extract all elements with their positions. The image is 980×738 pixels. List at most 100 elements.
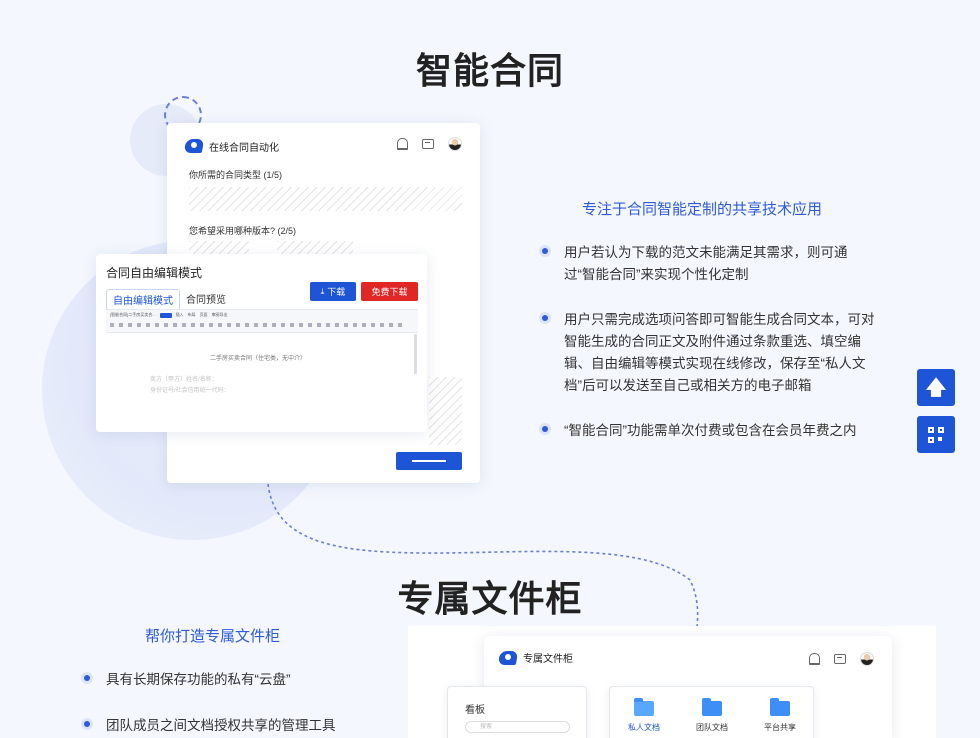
format-button[interactable] [308, 323, 312, 327]
format-button[interactable] [236, 323, 240, 327]
back-to-top-button[interactable]: 🡅 [917, 369, 955, 406]
bullet-line: 辑、自由编辑等模式实现在线修改，保存至“私人文 [564, 356, 866, 371]
format-button[interactable] [173, 323, 177, 327]
format-button[interactable] [245, 323, 249, 327]
folder-label: 平台共享 [764, 723, 796, 732]
folder-platform[interactable]: 平台共享 [755, 698, 805, 733]
search-input[interactable]: 搜索 [465, 721, 570, 733]
format-button[interactable] [110, 323, 114, 327]
format-button[interactable] [182, 323, 186, 327]
format-button[interactable] [335, 323, 339, 327]
submit-button[interactable] [396, 452, 462, 470]
arrow-up-icon: 🡅 [925, 376, 947, 399]
format-button[interactable] [146, 323, 150, 327]
format-button[interactable] [353, 323, 357, 327]
feature-title: 帮你打造专属文件柜 [145, 628, 281, 645]
toolbar-tab[interactable]: 插入 [176, 312, 184, 318]
message-icon[interactable] [422, 139, 434, 149]
format-button[interactable] [317, 323, 321, 327]
bullet-line: 用户若认为下载的范文未能满足其需求，则可通 [564, 245, 848, 260]
editor-title: 合同自由编辑模式 [106, 266, 203, 280]
toolbar-tab[interactable]: 布局 [188, 312, 196, 318]
bullet-dot [542, 426, 548, 432]
bullet-dot [84, 675, 90, 681]
folder-icon [634, 698, 654, 716]
toolbar-tab[interactable]: 页面 [200, 312, 208, 318]
format-button[interactable] [389, 323, 393, 327]
format-button[interactable] [272, 323, 276, 327]
toolbar-tab[interactable]: 审阅导出 [212, 312, 228, 318]
format-button[interactable] [119, 323, 123, 327]
contract-editor-card: 合同自由编辑模式 自由编辑模式 合同预览 ⤓ 下载 免费下载 [智能合同]二手房… [96, 254, 427, 432]
format-button[interactable] [218, 323, 222, 327]
format-button[interactable] [398, 323, 402, 327]
free-download-button[interactable]: 免费下载 [361, 282, 418, 301]
format-button[interactable] [362, 323, 366, 327]
format-button[interactable] [344, 323, 348, 327]
app-header: 专属文件柜 [499, 650, 573, 665]
bullet-line: “智能合同”功能需单次付费或包含在会员年费之内 [564, 423, 857, 438]
placeholder-block [429, 377, 462, 445]
avatar[interactable] [860, 652, 874, 666]
bullet-line: 档”后可以发送至自己或相关方的电子邮箱 [564, 378, 812, 393]
document-editor[interactable]: 二手房买卖合同（住宅类，无中介） 卖方（甲方）姓名/名称： 身份证号/社会信用统… [106, 333, 418, 429]
format-button[interactable] [155, 323, 159, 327]
message-icon[interactable] [834, 654, 846, 664]
feature-title: 专注于合同智能定制的共享技术应用 [582, 201, 823, 218]
folder-icon [702, 698, 722, 716]
format-button[interactable] [227, 323, 231, 327]
free-download-label: 免费下载 [371, 287, 408, 297]
question-label: 您希望采用哪种版本? (2/5) [189, 226, 297, 236]
format-button[interactable] [128, 323, 132, 327]
bell-icon[interactable] [397, 138, 408, 150]
placeholder-block [277, 241, 353, 255]
bullet-line: 用户只需完成选项问答即可智能生成合同文本，可对 [564, 312, 875, 327]
bullet-line: 智能生成的合同正文及附件通过条款重选、填空编 [564, 334, 861, 349]
format-button[interactable] [137, 323, 141, 327]
format-button[interactable] [299, 323, 303, 327]
question-label: 你所需的合同类型 (1/5) [189, 170, 283, 180]
board-panel: 看板 搜索 [447, 686, 587, 738]
bullet-dot [542, 248, 548, 254]
section-title-smart-contract: 智能合同 [415, 51, 564, 92]
format-button[interactable] [164, 323, 168, 327]
doc-heading: 二手房买卖合同（住宅类，无中介） [210, 356, 307, 362]
app-name: 专属文件柜 [523, 654, 573, 665]
feature-bullet: “智能合同”功能需单次付费或包含在会员年费之内 [542, 420, 857, 442]
app-name: 在线合同自动化 [209, 142, 279, 154]
feature-bullet: 团队成员之间文档授权共享的管理工具 [84, 715, 336, 737]
format-button[interactable] [263, 323, 267, 327]
folder-label: 私人文档 [628, 723, 660, 732]
doc-filename: [智能合同]二手房买卖合... [110, 312, 156, 317]
board-label: 看板 [465, 705, 485, 716]
app-header: 在线合同自动化 [185, 135, 279, 157]
bullet-line: 具有长期保存功能的私有“云盘” [106, 672, 291, 687]
format-button[interactable] [326, 323, 330, 327]
format-button[interactable] [281, 323, 285, 327]
folder-icon [770, 698, 790, 716]
bullet-line: 团队成员之间文档授权共享的管理工具 [106, 718, 336, 733]
download-label: 下载 [327, 287, 346, 297]
folder-private[interactable]: 私人文档 [619, 698, 669, 733]
format-button[interactable] [191, 323, 195, 327]
avatar[interactable] [448, 137, 462, 151]
format-button[interactable] [200, 323, 204, 327]
format-button[interactable] [290, 323, 294, 327]
folder-team[interactable]: 团队文档 [687, 698, 737, 733]
format-button[interactable] [380, 323, 384, 327]
bell-icon[interactable] [809, 653, 820, 665]
format-button[interactable] [254, 323, 258, 327]
qr-code-button[interactable] [917, 416, 955, 453]
scrollbar[interactable] [414, 334, 417, 374]
format-button[interactable] [371, 323, 375, 327]
bullet-dot [542, 315, 548, 321]
toolbar-tab-start[interactable] [159, 312, 172, 318]
download-icon: ⤓ [320, 286, 325, 296]
feature-bullet: 具有长期保存功能的私有“云盘” [84, 669, 291, 691]
folders-panel: 私人文档 团队文档 平台共享 [609, 686, 814, 738]
feature-bullet: 用户只需完成选项问答即可智能生成合同文本，可对 智能生成的合同正文及附件通过条款… [542, 309, 875, 397]
format-button[interactable] [209, 323, 213, 327]
doc-line: 卖方（甲方）姓名/名称： [150, 377, 218, 383]
download-button[interactable]: ⤓ 下载 [310, 282, 356, 301]
qr-code-icon [928, 426, 944, 443]
